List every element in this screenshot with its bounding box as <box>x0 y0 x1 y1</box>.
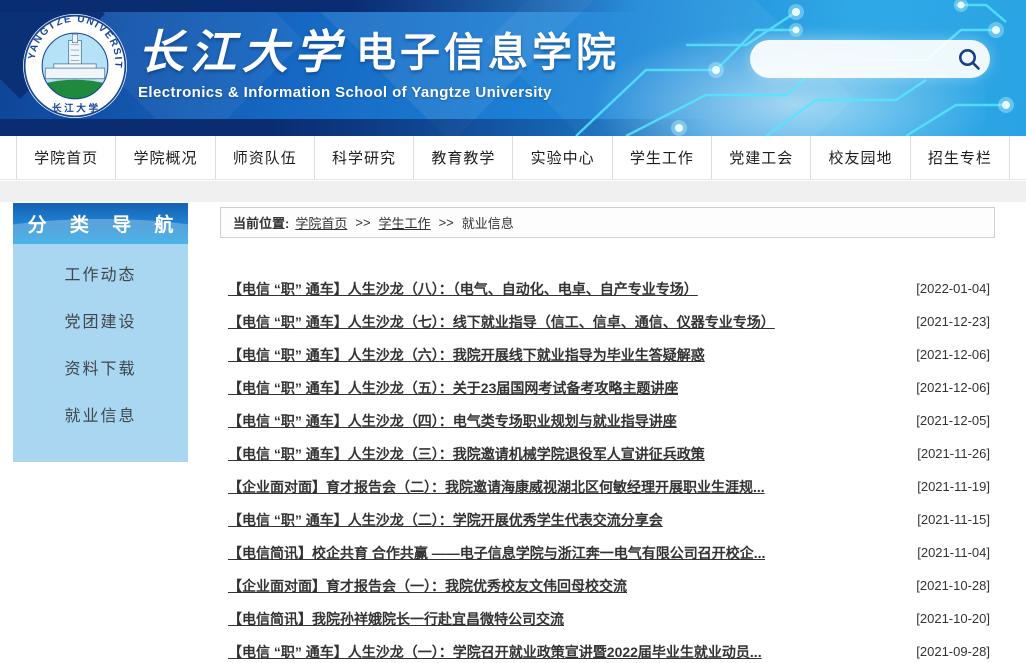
nav-item[interactable]: 学生工作 <box>612 136 711 179</box>
nav-item[interactable]: 教育教学 <box>413 136 512 179</box>
news-title-link[interactable]: 【电信 “职” 通车】人生沙龙（二）：学院开展优秀学生代表交流分享会 <box>228 510 663 530</box>
news-list: 【电信 “职” 通车】人生沙龙（八）：（电气、自动化、电卓、自产专业专场） [2… <box>228 272 990 663</box>
school-name-bold: 电子信息学院 <box>356 28 620 78</box>
school-name-english: Electronics & Information School of Yang… <box>138 84 620 101</box>
site-header: YANGTZE UNIVERSITY 长 江 大 学 长江大学 电子信息学院 E… <box>0 0 1026 136</box>
news-row: 【企业面对面】育才报告会（二）：我院邀请海康威视湖北区何敏经理开展职业生涯规..… <box>228 470 990 503</box>
nav-item-label: 师资队伍 <box>233 147 297 168</box>
nav-item-label: 校友园地 <box>829 147 893 168</box>
breadcrumb: 当前位置: 学院首页 >> 学生工作 >> 就业信息 <box>220 207 995 238</box>
news-row: 【电信简讯】校企共育 合作共赢 ——电子信息学院与浙江奔一电气有限公司召开校企.… <box>228 536 990 569</box>
news-date: [2022-01-04] <box>916 281 990 296</box>
nav-item[interactable]: 科学研究 <box>314 136 413 179</box>
nav-item-label: 学院概况 <box>133 147 197 168</box>
sidebar-item-label: 党团建设 <box>64 314 136 331</box>
sidebar-item[interactable]: 党团建设 <box>13 299 188 346</box>
breadcrumb-link-section[interactable]: 学生工作 <box>379 213 431 232</box>
university-logo[interactable]: YANGTZE UNIVERSITY 长 江 大 学 <box>22 13 128 119</box>
nav-item-label: 实验中心 <box>531 147 595 168</box>
divider-band <box>0 181 1026 202</box>
breadcrumb-current: 就业信息 <box>462 213 514 232</box>
nav-item[interactable]: 党建工会 <box>711 136 810 179</box>
nav-item-label: 教育教学 <box>431 147 495 168</box>
site-title-block: 长江大学 电子信息学院 Electronics & Information Sc… <box>138 26 620 101</box>
news-date: [2021-09-28] <box>916 644 990 659</box>
news-title-link[interactable]: 【电信 “职” 通车】人生沙龙（一）：学院召开就业政策宣讲暨2022届毕业生就业… <box>228 642 762 662</box>
nav-item-label: 招生专栏 <box>928 147 992 168</box>
sidebar-item-label: 就业信息 <box>64 408 136 425</box>
nav-item[interactable]: 校友园地 <box>810 136 909 179</box>
news-title-link[interactable]: 【电信 “职” 通车】人生沙龙（五）：关于23届国网考试备考攻略主题讲座 <box>228 378 678 398</box>
main-navigation: 学院首页 学院概况 师资队伍 科学研究 教育教学 实验中心 学生工作 党建工会 … <box>0 136 1026 180</box>
logo-bottom-text: 长 江 大 学 <box>52 103 98 115</box>
news-row: 【电信 “职” 通车】人生沙龙（七）：线下就业指导（信工、信卓、通信、仪器专业专… <box>228 305 990 338</box>
nav-item[interactable]: 师资队伍 <box>215 136 314 179</box>
nav-item-label: 党建工会 <box>729 147 793 168</box>
breadcrumb-separator: >> <box>355 215 370 230</box>
nav-item-label: 科学研究 <box>332 147 396 168</box>
news-date: [2021-12-06] <box>916 347 990 362</box>
news-row: 【企业面对面】育才报告会（一）：我院优秀校友文伟回母校交流 [2021-10-2… <box>228 569 990 602</box>
news-row: 【电信 “职” 通车】人生沙龙（五）：关于23届国网考试备考攻略主题讲座 [20… <box>228 371 990 404</box>
search-input[interactable] <box>766 51 956 67</box>
news-title-link[interactable]: 【电信 “职” 通车】人生沙龙（六）：我院开展线下就业指导为毕业生答疑解惑 <box>228 345 705 365</box>
nav-item[interactable]: 学院首页 <box>16 136 115 179</box>
news-date: [2021-11-15] <box>917 512 990 527</box>
news-title-link[interactable]: 【企业面对面】育才报告会（一）：我院优秀校友文伟回母校交流 <box>228 576 627 596</box>
news-date: [2021-10-20] <box>916 611 990 626</box>
sidebar-item[interactable]: 就业信息 <box>13 393 188 440</box>
news-date: [2021-12-23] <box>916 314 990 329</box>
news-date: [2021-10-28] <box>916 578 990 593</box>
news-title-link[interactable]: 【电信简讯】校企共育 合作共赢 ——电子信息学院与浙江奔一电气有限公司召开校企.… <box>228 543 765 563</box>
news-title-link[interactable]: 【电信 “职” 通车】人生沙龙（七）：线下就业指导（信工、信卓、通信、仪器专业专… <box>228 312 775 332</box>
breadcrumb-label: 当前位置: <box>233 213 289 232</box>
news-date: [2021-11-19] <box>917 479 990 494</box>
news-title-link[interactable]: 【电信简讯】我院孙祥娥院长一行赴宜昌微特公司交流 <box>228 609 564 629</box>
news-date: [2021-11-04] <box>917 545 990 560</box>
sidebar-item[interactable]: 工作动态 <box>13 252 188 299</box>
news-title-link[interactable]: 【电信 “职” 通车】人生沙龙（八）：（电气、自动化、电卓、自产专业专场） <box>228 279 698 299</box>
news-title-link[interactable]: 【企业面对面】育才报告会（二）：我院邀请海康威视湖北区何敏经理开展职业生涯规..… <box>228 477 765 497</box>
sidebar-item[interactable]: 资料下载 <box>13 346 188 393</box>
breadcrumb-separator: >> <box>439 215 454 230</box>
news-row: 【电信 “职” 通车】人生沙龙（六）：我院开展线下就业指导为毕业生答疑解惑 [2… <box>228 338 990 371</box>
news-row: 【电信 “职” 通车】人生沙龙（四）：电气类专场职业规划与就业指导讲座 [202… <box>228 404 990 437</box>
nav-item[interactable]: 实验中心 <box>512 136 611 179</box>
page: YANGTZE UNIVERSITY 长 江 大 学 长江大学 电子信息学院 E… <box>0 0 1026 663</box>
sidebar-item-label: 工作动态 <box>64 267 136 284</box>
nav-item-label: 学生工作 <box>630 147 694 168</box>
news-row: 【电信 “职” 通车】人生沙龙（一）：学院召开就业政策宣讲暨2022届毕业生就业… <box>228 635 990 663</box>
news-title-link[interactable]: 【电信 “职” 通车】人生沙龙（四）：电气类专场职业规划与就业指导讲座 <box>228 411 677 431</box>
news-row: 【电信 “职” 通车】人生沙龙（三）：我院邀请机械学院退役军人宣讲征兵政策 [2… <box>228 437 990 470</box>
news-row: 【电信 “职” 通车】人生沙龙（二）：学院开展优秀学生代表交流分享会 [2021… <box>228 503 990 536</box>
news-date: [2021-12-06] <box>916 380 990 395</box>
nav-item[interactable]: 学院概况 <box>115 136 214 179</box>
search-icon[interactable] <box>956 46 982 72</box>
news-title-link[interactable]: 【电信 “职” 通车】人生沙龙（三）：我院邀请机械学院退役军人宣讲征兵政策 <box>228 444 705 464</box>
news-row: 【电信 “职” 通车】人生沙龙（八）：（电气、自动化、电卓、自产专业专场） [2… <box>228 272 990 305</box>
nav-item-label: 学院首页 <box>34 147 98 168</box>
sidebar-item-label: 资料下载 <box>64 361 136 378</box>
category-sidebar: 分 类 导 航 工作动态 党团建设 资料下载 就业信息 <box>13 203 188 462</box>
breadcrumb-link-home[interactable]: 学院首页 <box>295 213 347 232</box>
search-box <box>750 40 990 78</box>
sidebar-title: 分 类 导 航 <box>13 203 188 244</box>
news-date: [2021-11-26] <box>917 446 990 461</box>
school-name-calligraphy: 长江大学 <box>138 26 346 78</box>
news-row: 【电信简讯】我院孙祥娥院长一行赴宜昌微特公司交流 [2021-10-20] <box>228 602 990 635</box>
nav-item[interactable]: 招生专栏 <box>910 136 1010 179</box>
news-date: [2021-12-05] <box>916 413 990 428</box>
